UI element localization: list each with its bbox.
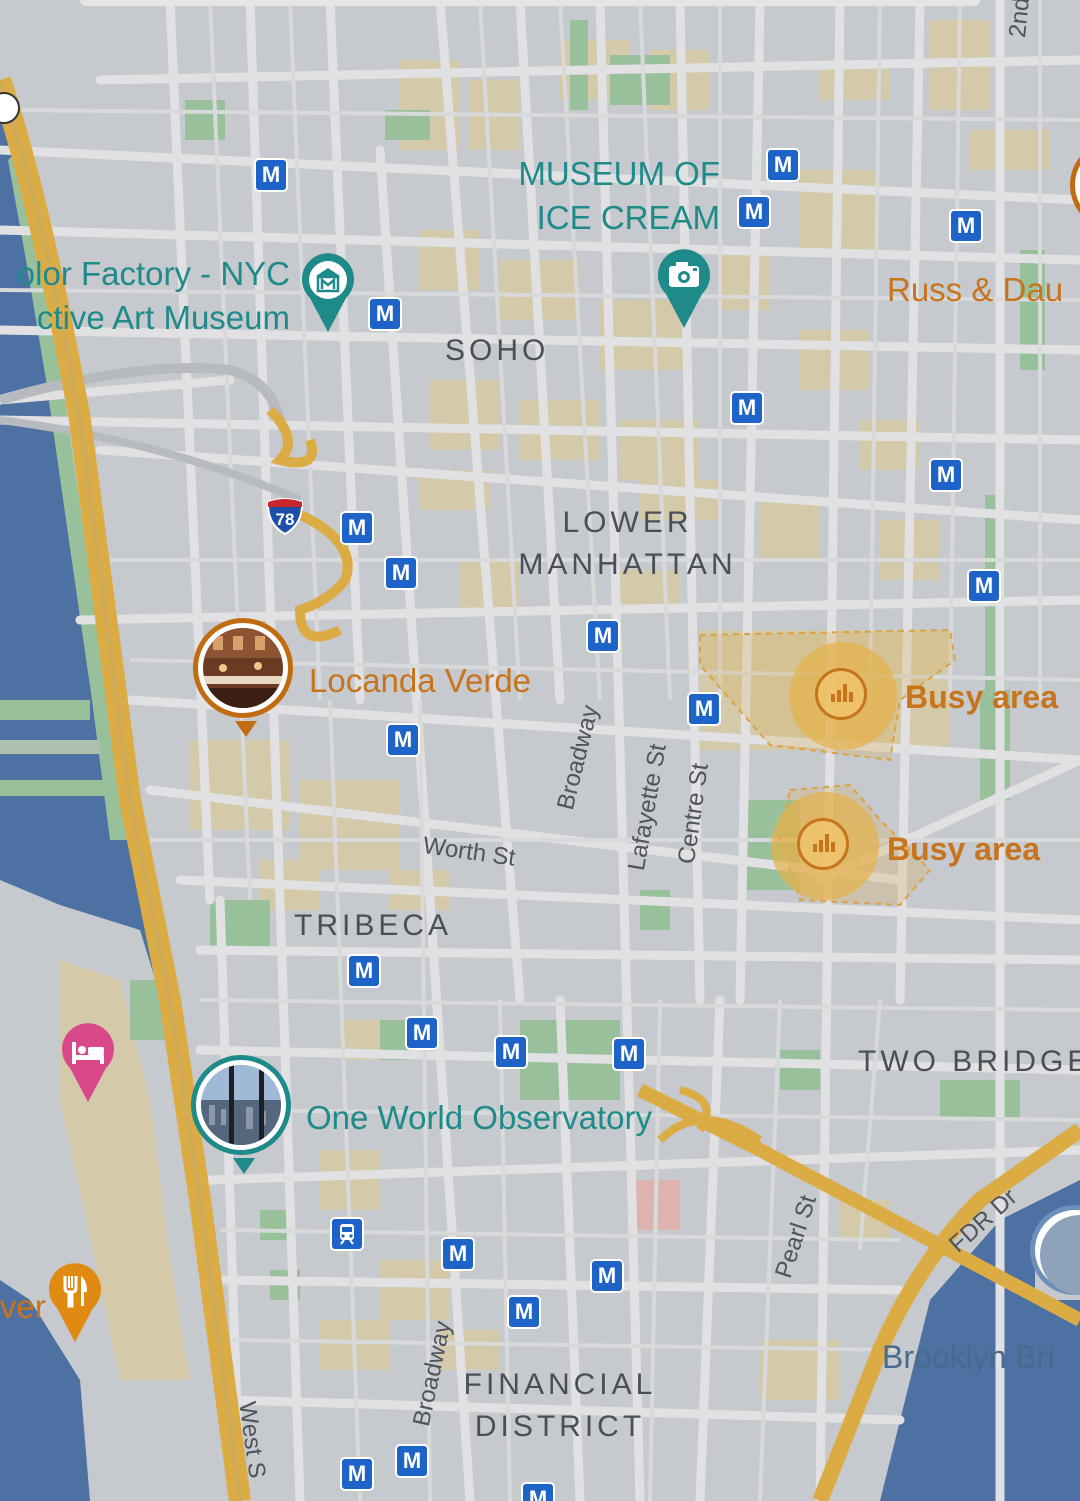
restaurant-icon[interactable] xyxy=(47,1262,103,1349)
metro-icon[interactable]: M xyxy=(254,158,288,192)
district-financial: FINANCIAL DISTRICT xyxy=(463,1368,657,1443)
street-2nd: 2nd xyxy=(1004,0,1036,39)
busy-area-label[interactable]: Busy area xyxy=(887,831,1040,868)
metro-icon[interactable]: M xyxy=(687,692,721,726)
museum-of-ice-cream-label[interactable]: MUSEUM OF ICE CREAM xyxy=(505,152,720,240)
one-world-observatory-photo-pin[interactable] xyxy=(191,1055,291,1174)
metro-icon[interactable]: M xyxy=(730,391,764,425)
one-world-observatory-label[interactable]: One World Observatory xyxy=(306,1096,652,1140)
metro-icon[interactable]: M xyxy=(395,1444,429,1478)
metro-icon[interactable]: M xyxy=(340,511,374,545)
metro-icon[interactable]: M xyxy=(766,148,800,182)
metro-icon[interactable]: M xyxy=(494,1035,528,1069)
museum-icon[interactable] xyxy=(300,252,356,339)
map-canvas[interactable]: M M M M M M M M M M M M M M M M M M M M … xyxy=(0,0,1080,1501)
brooklyn-bridge-label[interactable]: Brooklyn Bri xyxy=(882,1339,1055,1376)
top-sheet-edge xyxy=(80,0,980,6)
district-soho: SOHO xyxy=(445,334,550,367)
metro-icon[interactable]: M xyxy=(384,556,418,590)
train-icon[interactable] xyxy=(330,1217,364,1251)
metro-icon[interactable]: M xyxy=(340,1457,374,1491)
metro-icon[interactable]: M xyxy=(586,619,620,653)
district-tribeca: TRIBECA xyxy=(294,909,453,942)
interstate-number: 78 xyxy=(276,510,295,529)
hotel-icon[interactable] xyxy=(60,1022,116,1109)
metro-icon[interactable]: M xyxy=(441,1237,475,1271)
metro-icon[interactable]: M xyxy=(507,1295,541,1329)
metro-icon[interactable]: M xyxy=(967,569,1001,603)
busy-area-icon xyxy=(813,834,835,852)
metro-icon[interactable]: M xyxy=(737,195,771,229)
observatory-photo xyxy=(201,1065,281,1145)
busy-area-marker[interactable] xyxy=(771,792,879,900)
color-factory-label[interactable]: olor Factory - NYC ctive Art Museum xyxy=(0,252,290,340)
district-lower-manhattan: LOWER MANHATTAN xyxy=(518,506,737,581)
metro-icon[interactable]: M xyxy=(368,297,402,331)
russ-daughters-label[interactable]: Russ & Dau xyxy=(887,268,1063,312)
metro-icon[interactable]: M xyxy=(405,1016,439,1050)
restaurant-photo xyxy=(203,628,283,708)
metro-icon[interactable]: M xyxy=(612,1037,646,1071)
metro-icon[interactable]: M xyxy=(521,1482,555,1501)
metro-icon[interactable]: M xyxy=(386,723,420,757)
metro-icon[interactable]: M xyxy=(590,1259,624,1293)
metro-icon[interactable]: M xyxy=(949,209,983,243)
metro-icon[interactable]: M xyxy=(347,954,381,988)
camera-icon[interactable] xyxy=(656,248,712,335)
metro-icon[interactable]: M xyxy=(929,458,963,492)
locanda-verde-photo-pin[interactable] xyxy=(193,618,293,737)
district-two-bridges: TWO BRIDGE xyxy=(858,1045,1080,1078)
busy-area-icon xyxy=(831,684,853,702)
edge-restaurant-label[interactable]: ver xyxy=(0,1285,46,1329)
busy-area-marker[interactable] xyxy=(789,642,897,750)
interstate-shield-icon: 78 xyxy=(265,494,305,541)
locanda-verde-label[interactable]: Locanda Verde xyxy=(309,659,531,703)
busy-area-label[interactable]: Busy area xyxy=(905,679,1058,716)
